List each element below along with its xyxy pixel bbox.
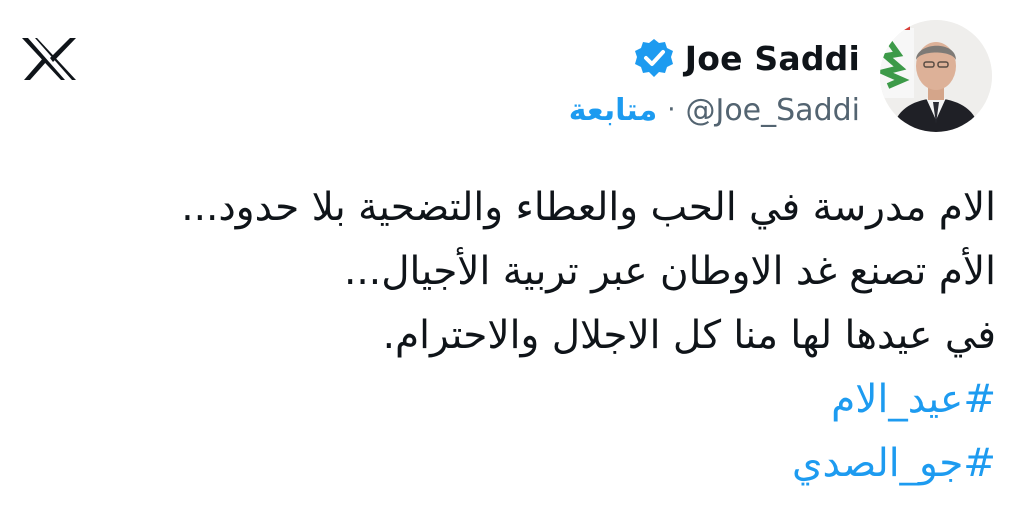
author-name-row: Joe Saddi <box>633 34 860 82</box>
author-handle[interactable]: @Joe_Saddi <box>685 93 860 128</box>
tweet-text: الام مدرسة في الحب والعطاء والتضحية بلا … <box>56 176 996 496</box>
x-logo-icon[interactable] <box>20 36 78 82</box>
tweet-line: في عيدها لها منا كل الاجلال والاحترام. <box>382 313 996 358</box>
hashtag-link[interactable]: #جو_الصدي <box>56 432 996 496</box>
avatar[interactable] <box>880 20 992 132</box>
author-handle-row: متابعة · @Joe_Saddi <box>569 86 860 134</box>
tweet-line: الأم تصنع غد الاوطان عبر تربية الأجيال..… <box>344 249 996 294</box>
follow-button[interactable]: متابعة <box>569 93 657 128</box>
display-name[interactable]: Joe Saddi <box>685 39 860 78</box>
tweet-line: الام مدرسة في الحب والعطاء والتضحية بلا … <box>181 185 996 230</box>
separator-dot: · <box>667 95 676 125</box>
hashtag-link[interactable]: #عيد_الام <box>56 368 996 432</box>
verified-badge-icon <box>633 37 675 79</box>
